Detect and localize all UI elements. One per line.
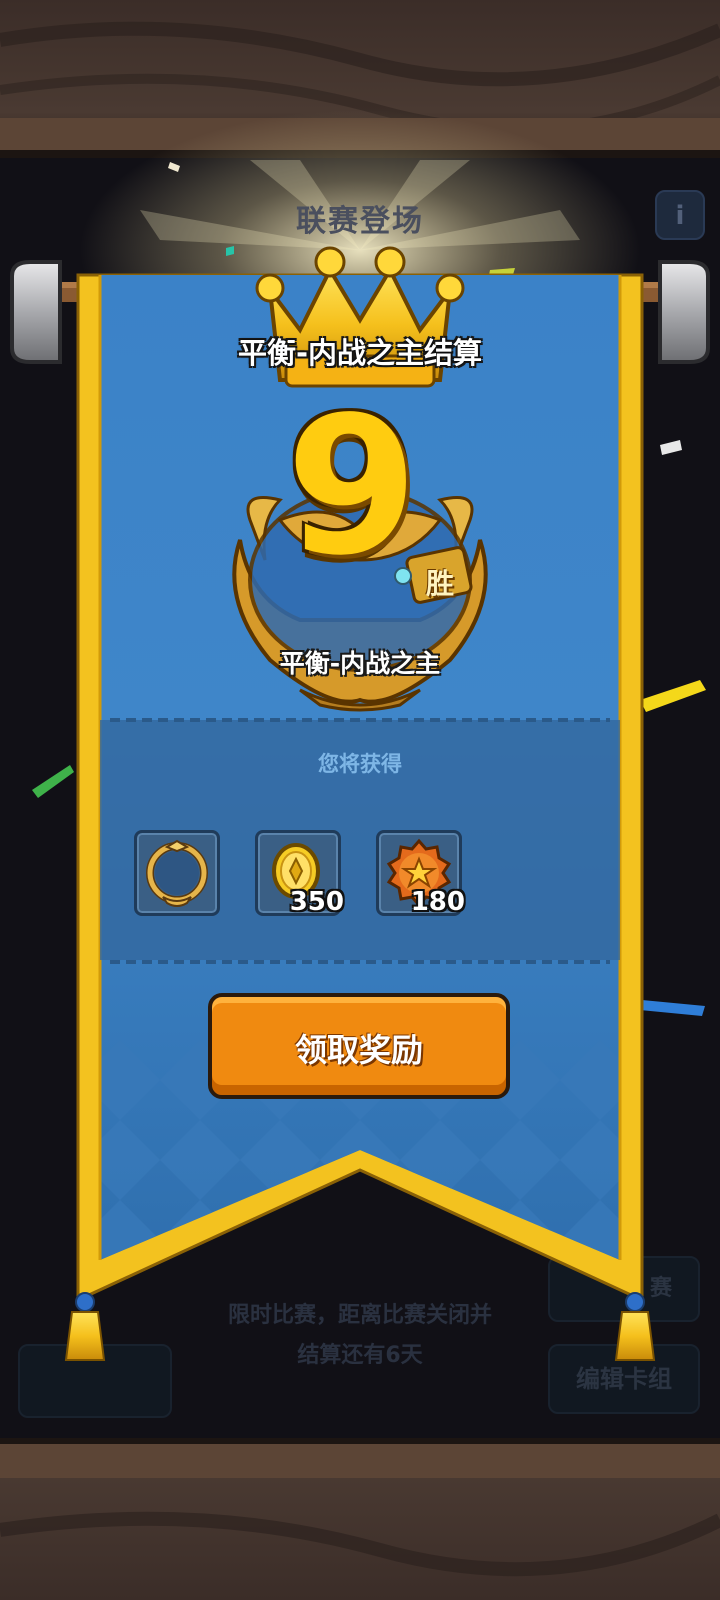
win-suffix: 胜 [425, 567, 454, 600]
background-left-button[interactable] [18, 1344, 172, 1418]
notice-line-1: 限时比赛，距离比赛关闭并 [227, 1303, 492, 1328]
panel-title: 平衡-内战之主结算 [237, 336, 483, 370]
reward-slot-avatar-frame[interactable] [134, 830, 220, 916]
reward-quantity: 350 [289, 887, 344, 917]
game-screen: 联赛登场 i 赛 编辑卡组 限时比赛，距离比赛关闭并 结算还有6天 平衡-内战之… [0, 0, 720, 1600]
background-screen-title: 联赛登场 [296, 204, 424, 239]
rewards-label: 您将获得 [318, 752, 402, 776]
reward-slot-gold-coin[interactable]: 350 [255, 830, 344, 917]
claim-rewards-label: 领取奖励 [294, 1031, 423, 1069]
reward-quantity: 180 [410, 887, 465, 917]
background-right-top-button[interactable]: 赛 [548, 1256, 700, 1322]
background-notice: 限时比赛，距离比赛关闭并 结算还有6天 [180, 1296, 540, 1376]
avatar-frame-icon [146, 839, 208, 907]
medal-name: 平衡-内战之主 [279, 649, 441, 678]
reward-slot-star-badge[interactable]: 180 [376, 830, 465, 917]
edit-deck-button[interactable]: 编辑卡组 [548, 1344, 700, 1414]
claim-rewards-button[interactable]: 领取奖励 [208, 993, 510, 1099]
notice-line-2: 结算还有6天 [297, 1343, 423, 1368]
info-button[interactable]: i [655, 190, 705, 240]
win-count: 9 [285, 376, 419, 597]
